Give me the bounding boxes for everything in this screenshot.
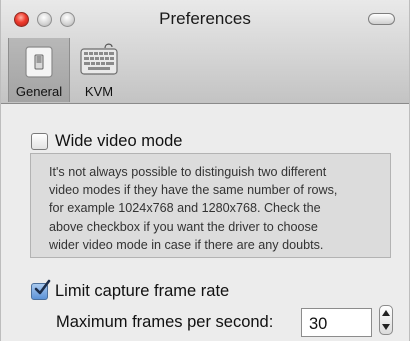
max-fps-label: Maximum frames per second: [56, 313, 274, 331]
limit-frame-rate-checkbox[interactable] [31, 279, 51, 300]
description-line: It's not always possible to distinguish … [49, 165, 327, 179]
wide-video-mode-row: Wide video mode [31, 132, 182, 151]
max-fps-input[interactable] [301, 308, 372, 337]
stepper-up-button[interactable] [380, 306, 392, 320]
description-line: for example 1024x768 and 1280x768. Check… [49, 201, 321, 216]
light-switch-icon [25, 46, 53, 78]
preferences-window: Preferences General KVM Wide video mode … [0, 0, 410, 341]
toolbar-item-kvm[interactable]: KVM [73, 38, 125, 102]
arrow-down-icon [382, 324, 390, 330]
toolbar-item-general-label: General [15, 84, 63, 99]
limit-frame-rate-row: Limit capture frame rate [31, 279, 229, 301]
toolbar-toggle-button[interactable] [368, 13, 395, 25]
description-line: video modes if they have the same number… [49, 183, 338, 198]
title-toolbar-area: Preferences General KVM [1, 0, 409, 104]
description-line: above checkbox if you want the driver to… [49, 219, 318, 234]
wide-video-mode-checkbox[interactable] [31, 133, 48, 150]
stepper-down-button[interactable] [380, 320, 392, 334]
description-line: wider video mode in case if there are an… [49, 237, 324, 252]
toolbar-item-general[interactable]: General [8, 38, 70, 102]
toolbar-item-kvm-label: KVM [84, 84, 114, 99]
max-fps-stepper[interactable] [379, 305, 393, 335]
wide-video-description-box: It's not always possible to distinguish … [30, 153, 391, 258]
general-pane: Wide video mode It's not always possible… [1, 104, 409, 341]
wide-video-mode-label[interactable]: Wide video mode [55, 132, 182, 151]
arrow-up-icon [382, 310, 390, 316]
window-title: Preferences [159, 9, 251, 28]
checkmark-icon [34, 279, 51, 295]
keyboard-icon [80, 43, 118, 75]
limit-frame-rate-label[interactable]: Limit capture frame rate [55, 282, 229, 301]
